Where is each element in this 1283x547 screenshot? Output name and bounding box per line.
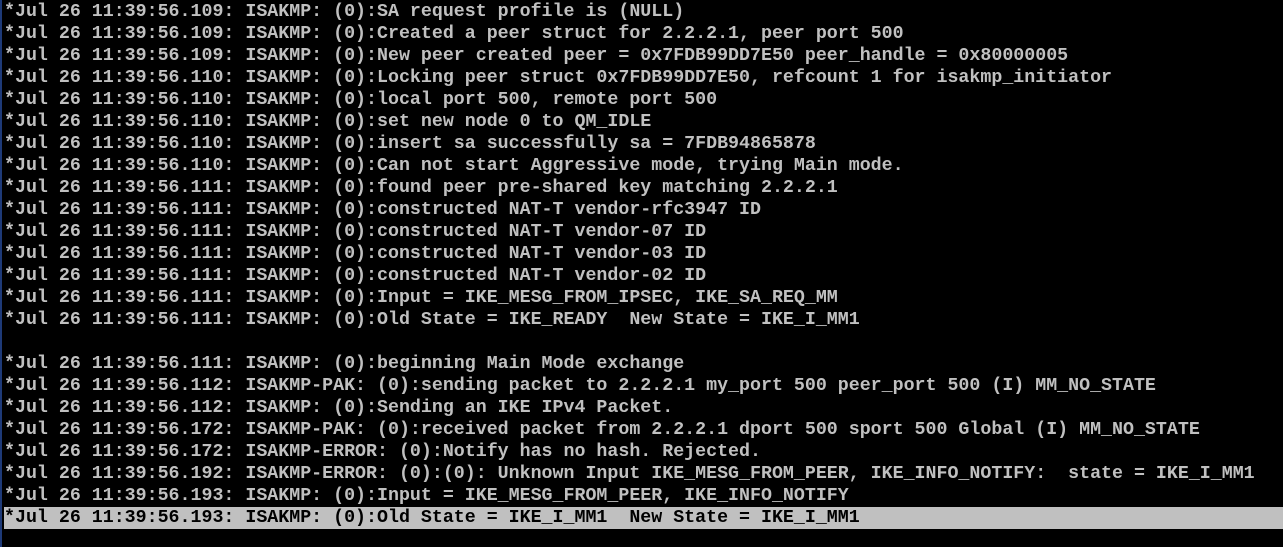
log-line: *Jul 26 11:39:56.111: ISAKMP: (0):constr… bbox=[4, 200, 761, 220]
log-line: *Jul 26 11:39:56.109: ISAKMP: (0):Create… bbox=[4, 24, 904, 44]
log-line: *Jul 26 11:39:56.109: ISAKMP: (0):New pe… bbox=[4, 46, 1069, 66]
log-line: *Jul 26 11:39:56.109: ISAKMP: (0):SA req… bbox=[4, 2, 685, 22]
log-line: *Jul 26 11:39:56.111: ISAKMP: (0):Old St… bbox=[4, 310, 860, 330]
log-line: *Jul 26 11:39:56.110: ISAKMP: (0):insert… bbox=[4, 134, 816, 154]
log-line: *Jul 26 11:39:56.111: ISAKMP: (0):constr… bbox=[4, 244, 707, 264]
log-line: *Jul 26 11:39:56.112: ISAKMP: (0):Sendin… bbox=[4, 398, 674, 418]
log-line-error: *Jul 26 11:39:56.172: ISAKMP-ERROR: (0):… bbox=[4, 442, 761, 462]
log-line: *Jul 26 11:39:56.111: ISAKMP: (0):constr… bbox=[4, 266, 707, 286]
log-line: *Jul 26 11:39:56.172: ISAKMP-PAK: (0):re… bbox=[4, 420, 1200, 440]
log-line: *Jul 26 11:39:56.112: ISAKMP-PAK: (0):se… bbox=[4, 376, 1156, 396]
log-line: *Jul 26 11:39:56.110: ISAKMP: (0):Lockin… bbox=[4, 68, 1113, 88]
log-line: *Jul 26 11:39:56.111: ISAKMP: (0):Input … bbox=[4, 288, 838, 308]
selected-log-line[interactable]: *Jul 26 11:39:56.193: ISAKMP: (0):Old St… bbox=[4, 507, 1283, 529]
log-line: *Jul 26 11:39:56.193: ISAKMP: (0):Input … bbox=[4, 486, 849, 506]
log-line: *Jul 26 11:39:56.110: ISAKMP: (0):set ne… bbox=[4, 112, 652, 132]
log-line: *Jul 26 11:39:56.111: ISAKMP: (0):found … bbox=[4, 178, 838, 198]
log-line-error: *Jul 26 11:39:56.192: ISAKMP-ERROR: (0):… bbox=[4, 464, 1255, 484]
log-line: *Jul 26 11:39:56.110: ISAKMP: (0):Can no… bbox=[4, 156, 904, 176]
terminal-window[interactable]: *Jul 26 11:39:56.109: ISAKMP: (0):SA req… bbox=[0, 0, 1283, 547]
log-line: *Jul 26 11:39:56.110: ISAKMP: (0):local … bbox=[4, 90, 718, 110]
terminal-output: *Jul 26 11:39:56.109: ISAKMP: (0):SA req… bbox=[4, 1, 1283, 529]
log-line: *Jul 26 11:39:56.111: ISAKMP: (0):constr… bbox=[4, 222, 707, 242]
log-line: *Jul 26 11:39:56.111: ISAKMP: (0):beginn… bbox=[4, 354, 685, 374]
